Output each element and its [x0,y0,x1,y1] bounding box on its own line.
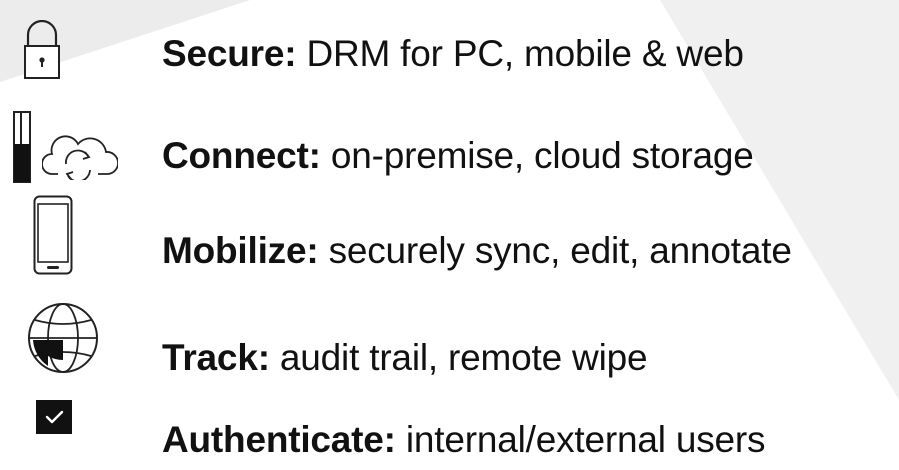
checkbox-icon [36,400,74,436]
feature-heading: Mobilize: [162,230,319,271]
feature-detail: securely sync, edit, annotate [328,230,792,271]
feature-text-connect: Connect: on-premise, cloud storage [162,134,754,178]
feature-row-track: Track: audit trail, remote wipe [0,300,899,380]
feature-row-mobilize: Mobilize: securely sync, edit, annotate [0,195,899,275]
padlock-icon [22,20,62,82]
feature-text-authenticate: Authenticate: internal/external users [162,418,766,462]
feature-row-secure: Secure: DRM for PC, mobile & web [0,20,899,100]
globe-icon [25,300,101,376]
feature-text-mobilize: Mobilize: securely sync, edit, annotate [162,229,792,273]
feature-detail: audit trail, remote wipe [279,337,648,378]
feature-detail: DRM for PC, mobile & web [306,33,744,74]
cloud-sync-icon [42,130,118,180]
feature-text-secure: Secure: DRM for PC, mobile & web [162,32,744,76]
feature-heading: Connect: [162,135,321,176]
smartphone-icon [33,195,73,275]
feature-row-authenticate: Authenticate: internal/external users [0,390,899,470]
feature-detail: on-premise, cloud storage [330,135,754,176]
feature-text-track: Track: audit trail, remote wipe [162,336,648,380]
feature-detail: internal/external users [405,419,766,460]
feature-row-connect: Connect: on-premise, cloud storage [0,110,899,190]
feature-heading: Authenticate: [162,419,396,460]
feature-heading: Track: [162,337,270,378]
usb-drive-icon [12,110,34,186]
feature-heading: Secure: [162,33,297,74]
